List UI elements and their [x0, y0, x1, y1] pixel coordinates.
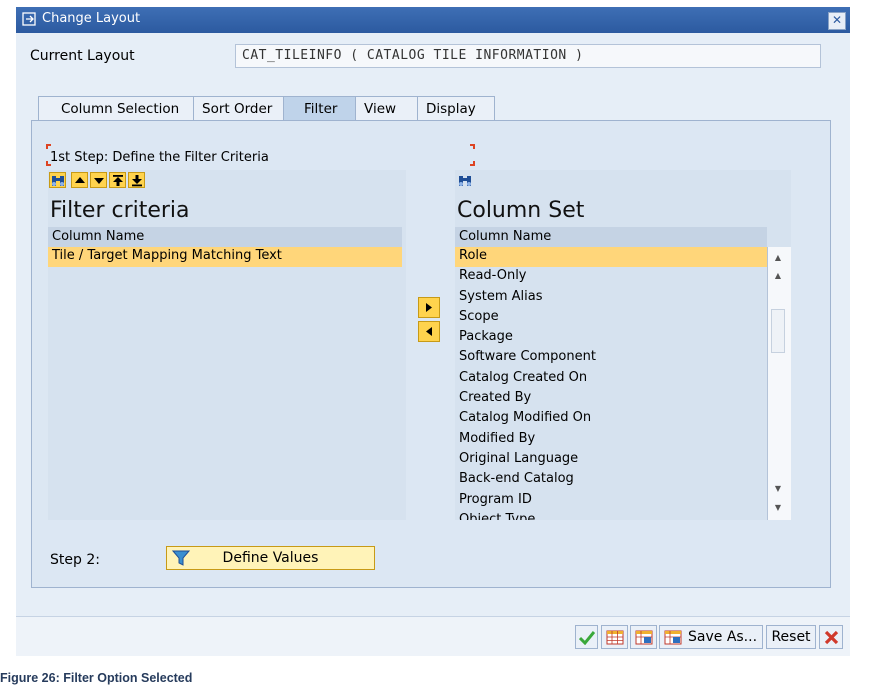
column-set-list: Role Read-Only System Alias Scope Packag…: [455, 247, 767, 520]
current-layout-field: CAT_TILEINFO ( CATALOG TILE INFORMATION …: [235, 44, 821, 68]
remove-from-filter-button[interactable]: [418, 321, 440, 342]
add-to-filter-button[interactable]: [418, 297, 440, 318]
reset-label: Reset: [771, 629, 811, 645]
move-down-button[interactable]: [90, 172, 107, 188]
filter-criteria-column-header[interactable]: Column Name: [48, 227, 402, 247]
move-bottom-button[interactable]: [128, 172, 145, 188]
list-item[interactable]: Back-end Catalog: [455, 470, 767, 490]
list-item[interactable]: Scope: [455, 308, 767, 328]
list-item[interactable]: Package: [455, 328, 767, 348]
list-item[interactable]: Role: [455, 247, 767, 268]
reset-button[interactable]: Reset: [766, 625, 816, 649]
table-save-as-icon: [664, 630, 682, 645]
list-item[interactable]: Software Component: [455, 348, 767, 368]
list-item[interactable]: Catalog Modified On: [455, 409, 767, 429]
apply-layout-button[interactable]: [601, 625, 628, 649]
list-item[interactable]: System Alias: [455, 288, 767, 308]
filter-criteria-toolbar: [48, 170, 406, 190]
define-values-button[interactable]: Define Values: [166, 546, 375, 570]
arrow-right-icon: [426, 303, 432, 312]
filter-criteria-title: Filter criteria: [50, 198, 190, 223]
tab-filter[interactable]: Filter: [283, 96, 356, 121]
focus-corner-marker: [470, 161, 475, 166]
tab-label: Filter: [304, 101, 338, 117]
binoculars-icon: [459, 176, 471, 186]
focus-corner-marker: [470, 144, 475, 149]
arrow-down-icon: [94, 178, 104, 184]
tab-label: Sort Order: [202, 101, 273, 117]
window-title: Change Layout: [42, 11, 141, 26]
move-up-button[interactable]: [71, 172, 88, 188]
tab-column-selection[interactable]: Column Selection: [38, 96, 194, 121]
filter-funnel-icon: [172, 550, 190, 566]
binoculars-icon: [52, 176, 64, 186]
step2-label: Step 2:: [50, 552, 100, 568]
column-set-scrollbar[interactable]: ▲ ▲ ▼ ▼: [767, 247, 791, 520]
column-set-column-header[interactable]: Column Name: [455, 227, 767, 247]
list-item[interactable]: Object Type: [455, 511, 767, 520]
page-up-icon[interactable]: ▲: [770, 267, 786, 285]
tab-sort-order[interactable]: Sort Order: [193, 96, 284, 121]
scroll-down-icon[interactable]: ▼: [770, 499, 786, 517]
tab-label: View: [364, 101, 397, 117]
cancel-x-icon: [824, 630, 839, 645]
move-top-button[interactable]: [109, 172, 126, 188]
scroll-thumb[interactable]: [771, 309, 785, 353]
page-down-icon[interactable]: ▼: [770, 480, 786, 498]
list-item[interactable]: Program ID: [455, 491, 767, 511]
checkmark-icon: [579, 631, 595, 645]
arrow-up-icon: [75, 177, 85, 183]
close-icon[interactable]: ✕: [828, 12, 846, 30]
save-as-label: Save As...: [688, 629, 758, 645]
arrow-bottom-icon: [132, 175, 142, 187]
current-layout-label: Current Layout: [30, 48, 135, 64]
find-button[interactable]: [456, 172, 473, 188]
window-title-bar: Change Layout ✕: [16, 7, 850, 33]
arrow-top-icon: [113, 175, 123, 186]
define-values-label: Define Values: [222, 550, 319, 566]
list-item[interactable]: Original Language: [455, 450, 767, 470]
table-save-icon: [635, 630, 653, 645]
confirm-button[interactable]: [575, 625, 598, 649]
column-set-panel: Column Set Column Name Role Read-Only Sy…: [455, 190, 791, 520]
find-button[interactable]: [49, 172, 66, 188]
scroll-up-icon[interactable]: ▲: [770, 249, 786, 267]
step1-label: 1st Step: Define the Filter Criteria: [50, 150, 269, 165]
tab-label: Column Selection: [61, 101, 180, 117]
arrow-left-icon: [426, 327, 432, 336]
tab-view[interactable]: View: [355, 96, 418, 121]
save-layout-button[interactable]: [630, 625, 657, 649]
save-as-button[interactable]: Save As...: [659, 625, 763, 649]
column-set-title: Column Set: [457, 198, 585, 223]
column-set-toolbar: [455, 170, 791, 190]
tab-label: Display: [426, 101, 476, 117]
table-layout-icon: [606, 630, 624, 645]
tab-display[interactable]: Display: [417, 96, 495, 121]
list-item[interactable]: Read-Only: [455, 267, 767, 287]
change-layout-icon: [22, 12, 36, 26]
focus-corner-marker: [46, 144, 51, 149]
list-item[interactable]: Catalog Created On: [455, 369, 767, 389]
filter-criteria-row[interactable]: Tile / Target Mapping Matching Text: [48, 247, 402, 268]
cancel-button[interactable]: [819, 625, 843, 649]
list-item[interactable]: Created By: [455, 389, 767, 409]
filter-criteria-panel: Filter criteria Column Name Tile / Targe…: [48, 190, 406, 520]
figure-caption: Figure 26: Filter Option Selected: [0, 671, 193, 685]
list-item[interactable]: Modified By: [455, 430, 767, 450]
